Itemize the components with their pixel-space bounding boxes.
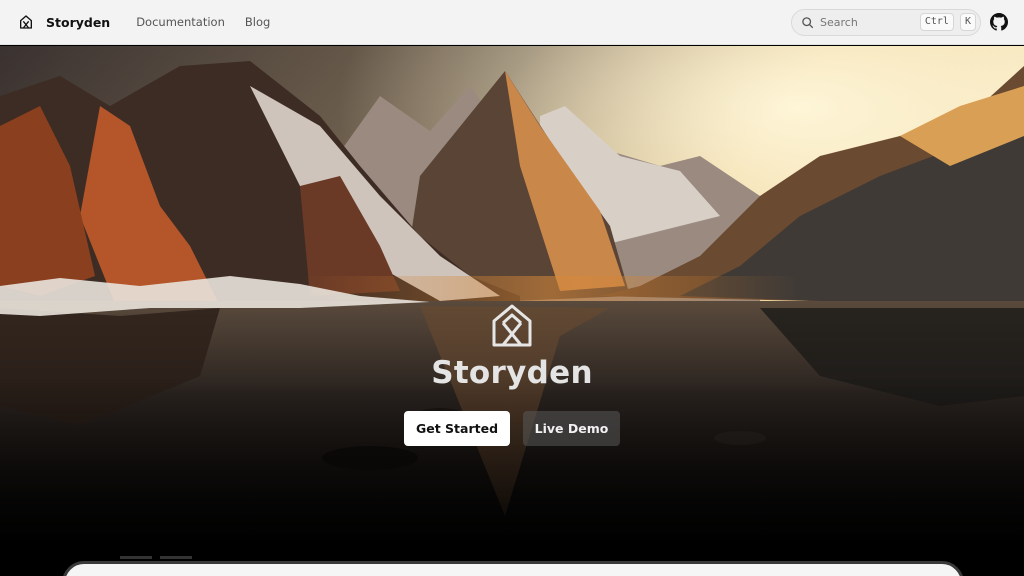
search-label: Search (820, 15, 858, 29)
shortcut-k: K (959, 13, 976, 31)
main-nav: Documentation Blog (136, 15, 270, 29)
live-demo-button[interactable]: Live Demo (523, 411, 620, 446)
search-icon (802, 16, 814, 28)
cta-row: Get Started Live Demo (404, 411, 620, 446)
shortcut-ctrl: Ctrl (919, 13, 954, 31)
search-button[interactable]: Search Ctrl K (791, 8, 981, 36)
brand[interactable]: Storyden (18, 14, 110, 30)
top-nav: Storyden Documentation Blog Search Ctrl … (0, 0, 1024, 45)
hero-title: Storyden (431, 355, 593, 391)
preview-frame-tabs (120, 556, 192, 559)
storyden-logo-icon (20, 15, 32, 29)
get-started-button[interactable]: Get Started (404, 411, 510, 446)
nav-documentation[interactable]: Documentation (136, 15, 225, 29)
hero-content: Storyden Get Started Live Demo (0, 301, 1024, 446)
brand-name: Storyden (46, 14, 111, 30)
hero: Storyden Get Started Live Demo (0, 46, 1024, 560)
github-icon[interactable] (990, 13, 1008, 31)
storyden-logo-icon (492, 304, 532, 347)
nav-blog[interactable]: Blog (245, 15, 270, 29)
app-preview-frame (62, 561, 964, 576)
